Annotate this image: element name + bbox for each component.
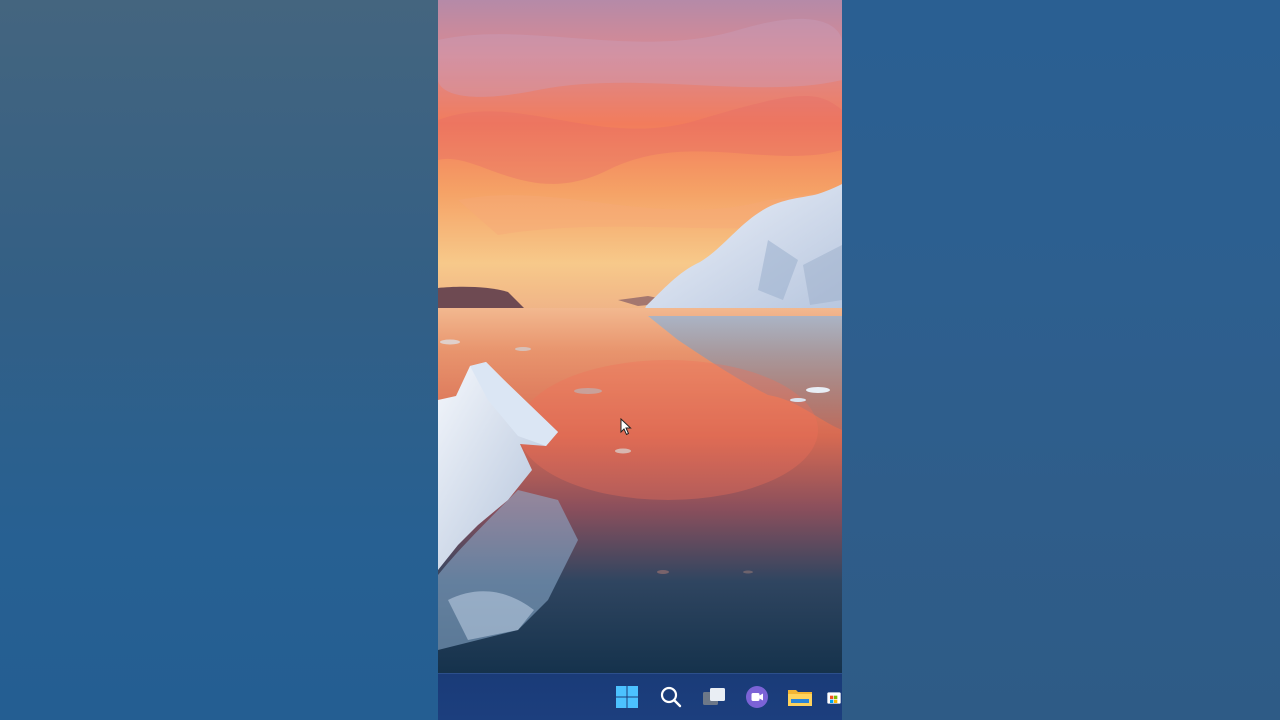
desktop-wallpaper bbox=[438, 0, 842, 673]
search-icon[interactable] bbox=[657, 683, 685, 711]
file-explorer-icon[interactable] bbox=[786, 683, 814, 711]
taskbar bbox=[438, 673, 842, 720]
blurred-background-left bbox=[0, 0, 438, 720]
windows-start-icon[interactable] bbox=[613, 683, 641, 711]
desktop-screen bbox=[438, 0, 842, 720]
mouse-pointer-icon bbox=[620, 418, 632, 436]
video-frame bbox=[0, 0, 1280, 720]
blurred-background-right bbox=[842, 0, 1280, 720]
teams-chat-icon[interactable] bbox=[743, 683, 771, 711]
store-icon[interactable] bbox=[826, 683, 842, 711]
task-view-icon[interactable] bbox=[700, 683, 728, 711]
